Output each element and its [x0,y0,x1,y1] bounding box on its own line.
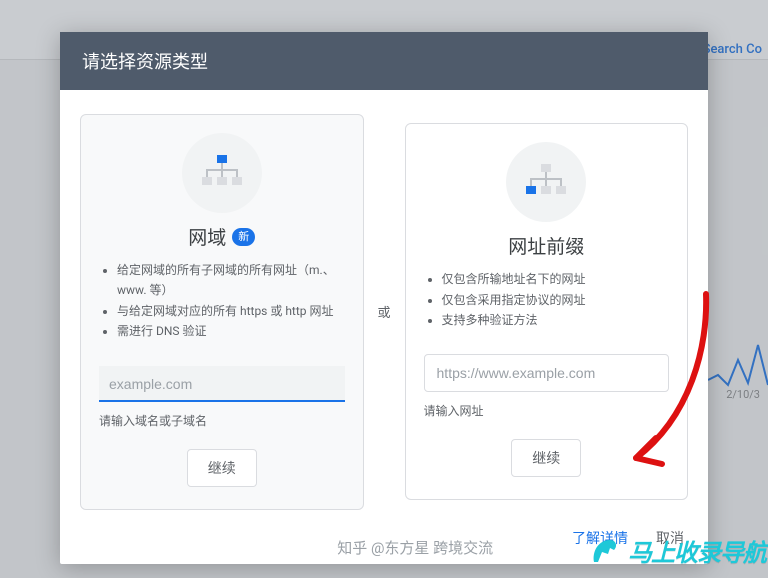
domain-helper-text: 请输入域名或子域名 [99,412,207,429]
url-input-wrap [424,354,670,392]
list-item: 仅包含采用指定协议的网址 [442,290,670,310]
url-card-title-row: 网址前缀 [508,232,584,259]
domain-continue-button[interactable]: 继续 [187,449,257,487]
sitemap-icon [506,142,586,222]
cancel-button[interactable]: 取消 [656,528,684,548]
url-card-title: 网址前缀 [508,232,584,259]
modal-body: 网域 新 给定网域的所有子网域的所有网址（m.、www. 等） 与给定网域对应的… [60,90,708,518]
sitemap-icon [182,133,262,213]
url-input[interactable] [424,354,670,392]
domain-option-card[interactable]: 网域 新 给定网域的所有子网域的所有网址（m.、www. 等） 与给定网域对应的… [80,114,364,510]
url-prefix-option-card[interactable]: 网址前缀 仅包含所输地址名下的网址 仅包含采用指定协议的网址 支持多种验证方法 … [405,123,689,500]
domain-feature-list: 给定网域的所有子网域的所有网址（m.、www. 等） 与给定网域对应的所有 ht… [99,260,345,342]
list-item: 给定网域的所有子网域的所有网址（m.、www. 等） [117,260,345,301]
modal-title: 请选择资源类型 [60,32,708,90]
url-continue-button[interactable]: 继续 [511,439,581,477]
list-item: 需进行 DNS 验证 [117,321,345,341]
domain-card-title-row: 网域 新 [188,223,255,250]
domain-input[interactable] [99,366,345,402]
divider-or-label: 或 [376,302,393,321]
property-type-modal: 请选择资源类型 网域 新 给定网域的所有子 [60,32,708,564]
modal-footer: 了解详情 取消 [60,518,708,564]
domain-input-wrap [99,366,345,402]
list-item: 仅包含所输地址名下的网址 [442,269,670,289]
learn-more-link[interactable]: 了解详情 [572,528,628,548]
new-badge: 新 [232,228,255,246]
list-item: 支持多种验证方法 [442,310,670,330]
domain-card-title: 网域 [188,223,226,250]
url-feature-list: 仅包含所输地址名下的网址 仅包含采用指定协议的网址 支持多种验证方法 [424,269,670,330]
list-item: 与给定网域对应的所有 https 或 http 网址 [117,301,345,321]
url-helper-text: 请输入网址 [424,402,484,419]
